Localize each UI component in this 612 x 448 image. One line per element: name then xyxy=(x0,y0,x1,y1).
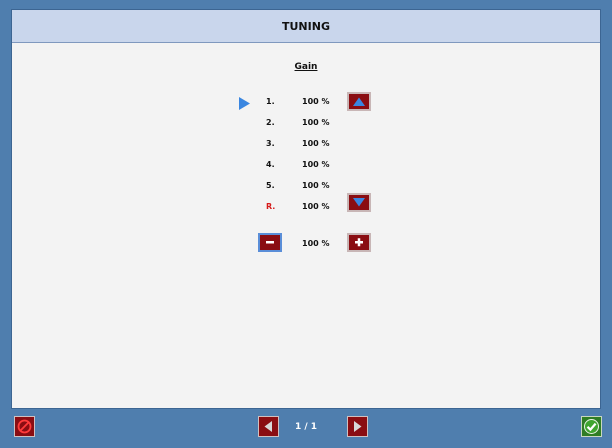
gain-row-label-5[interactable]: 5. xyxy=(266,181,286,190)
scroll-down-button[interactable] xyxy=(347,193,371,212)
gain-row-label-3[interactable]: 3. xyxy=(266,139,286,148)
gain-row-value-reference[interactable]: 100 % xyxy=(302,202,342,211)
gain-row-label-2[interactable]: 2. xyxy=(266,118,286,127)
scroll-up-button[interactable] xyxy=(347,92,371,111)
increase-gain-button[interactable] xyxy=(347,233,371,252)
page-title: TUNING xyxy=(12,10,600,43)
gain-heading: Gain xyxy=(294,62,318,72)
gain-row-label-4[interactable]: 4. xyxy=(266,160,286,169)
gain-row-value-4[interactable]: 100 % xyxy=(302,160,342,169)
gain-row-value-5[interactable]: 100 % xyxy=(302,181,342,190)
play-right-icon xyxy=(239,95,250,114)
gain-row-label-1[interactable]: 1. xyxy=(266,97,286,106)
gain-row-value-1[interactable]: 100 % xyxy=(302,97,342,106)
gain-row-value-3[interactable]: 100 % xyxy=(302,139,342,148)
next-page-button[interactable] xyxy=(347,416,368,437)
gain-row-value-2[interactable]: 100 % xyxy=(302,118,342,127)
gain-row-label-reference[interactable]: R. xyxy=(266,202,286,211)
gain-adjust-value: 100 % xyxy=(302,239,330,248)
page-indicator: 1 / 1 xyxy=(294,422,318,432)
check-icon xyxy=(582,419,601,440)
confirm-button[interactable] xyxy=(581,416,602,437)
tuning-panel: TUNING Gain 1. 100 % 2. 100 % 3. 100 % 4… xyxy=(11,9,601,409)
decrease-gain-button[interactable] xyxy=(258,233,282,252)
